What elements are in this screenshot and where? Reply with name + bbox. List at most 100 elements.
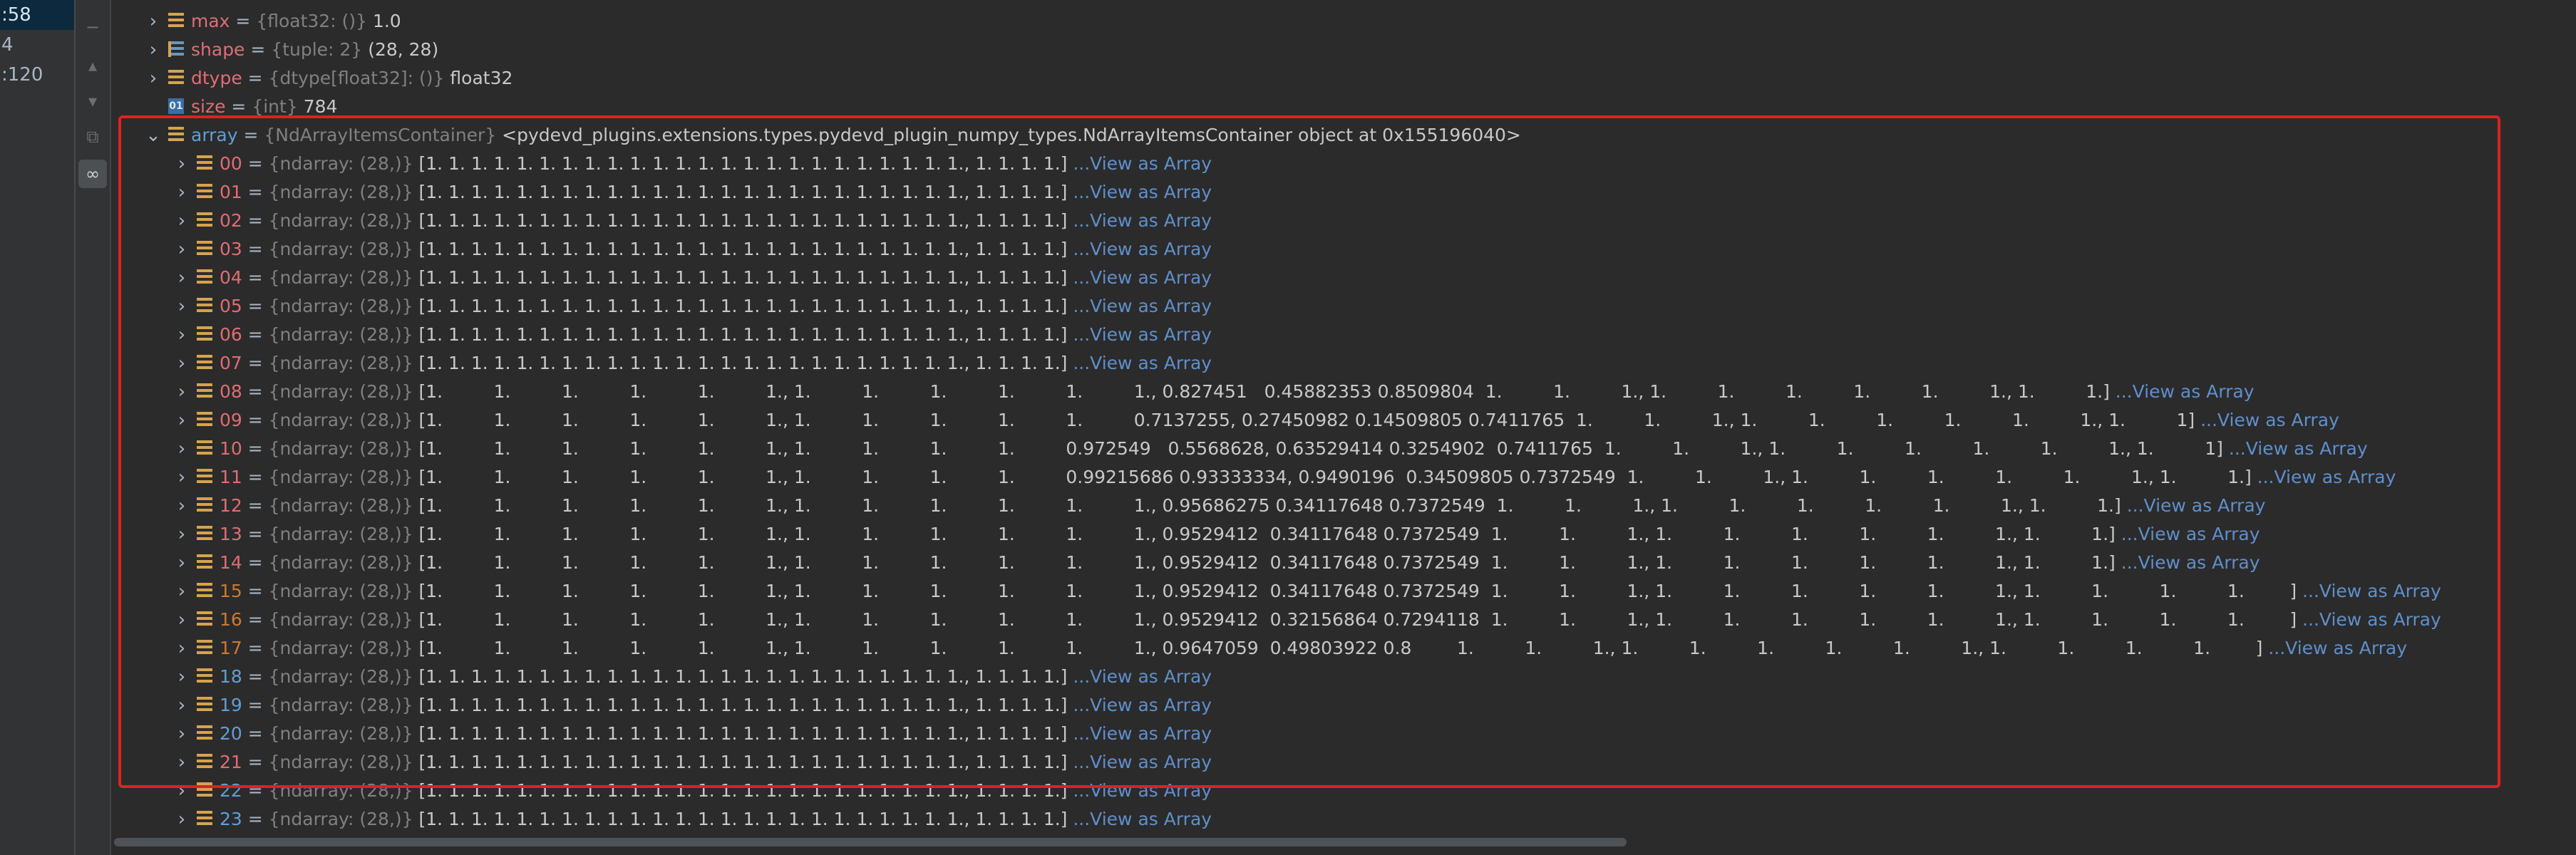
chevron-right-icon[interactable]: ›	[171, 264, 192, 292]
variable-type: {ndarray: (28,)}	[268, 410, 419, 430]
view-as-array-link[interactable]: ...View as Array	[1067, 239, 1212, 259]
chevron-right-icon[interactable]: ›	[171, 634, 192, 663]
tree-row[interactable]: › 20 = {ndarray: (28,)} [1. 1. 1. 1. 1. 1…	[171, 720, 1212, 748]
frame-item[interactable]: 4	[0, 30, 74, 60]
tree-row[interactable]: › shape = {tuple: 2} (28, 28)	[143, 36, 438, 64]
chevron-right-icon[interactable]: ›	[143, 7, 164, 36]
tree-row[interactable]: › 12 = {ndarray: (28,)} [1. 1. 1. 1. 1. 1…	[171, 492, 2266, 520]
chevron-right-icon[interactable]: ›	[171, 805, 192, 834]
view-as-array-link[interactable]: ...View as Array	[1067, 210, 1212, 231]
tree-row[interactable]: › 07 = {ndarray: (28,)} [1. 1. 1. 1. 1. 1…	[171, 349, 1212, 378]
chevron-right-icon[interactable]: ›	[171, 577, 192, 606]
chevron-right-icon[interactable]: ›	[171, 720, 192, 748]
tree-row[interactable]: › 23 = {ndarray: (28,)} [1. 1. 1. 1. 1. 1…	[171, 805, 1212, 834]
field-icon	[168, 13, 184, 28]
chevron-right-icon[interactable]: ›	[143, 64, 164, 93]
tree-row[interactable]: › 17 = {ndarray: (28,)} [1. 1. 1. 1. 1. 1…	[171, 634, 2407, 663]
frame-item[interactable]: :120	[0, 60, 74, 90]
view-as-array-link[interactable]: ...View as Array	[1067, 182, 1212, 202]
tree-row[interactable]: › 21 = {ndarray: (28,)} [1. 1. 1. 1. 1. 1…	[171, 748, 1212, 777]
view-as-array-link[interactable]: ...View as Array	[2297, 581, 2441, 601]
view-as-array-link[interactable]: ...View as Array	[1067, 324, 1212, 345]
chevron-right-icon[interactable]: ›	[171, 178, 192, 207]
tree-row[interactable]: › max = {float32: ()} 1.0	[143, 7, 401, 36]
chevron-down-icon[interactable]: ⌄	[143, 121, 164, 150]
tree-row[interactable]: ⌄ array = {NdArrayItemsContainer} <pydevd…	[143, 121, 1521, 150]
view-as-array-link[interactable]: ...View as Array	[1067, 809, 1212, 829]
tree-row[interactable]: › 04 = {ndarray: (28,)} [1. 1. 1. 1. 1. 1…	[171, 264, 1212, 292]
chevron-right-icon[interactable]: ›	[171, 549, 192, 577]
view-as-array-link[interactable]: ...View as Array	[2252, 467, 2396, 487]
tree-row[interactable]: › 14 = {ndarray: (28,)} [1. 1. 1. 1. 1. 1…	[171, 549, 2260, 577]
view-as-array-link[interactable]: ...View as Array	[1067, 752, 1212, 772]
chevron-right-icon[interactable]: ›	[171, 378, 192, 406]
chevron-right-icon[interactable]: ›	[143, 36, 164, 64]
tree-row[interactable]: › 18 = {ndarray: (28,)} [1. 1. 1. 1. 1. 1…	[171, 663, 1212, 691]
view-as-array-link[interactable]: ...View as Array	[1067, 296, 1212, 316]
tree-row[interactable]: › 19 = {ndarray: (28,)} [1. 1. 1. 1. 1. 1…	[171, 691, 1212, 720]
tree-row[interactable]: › 05 = {ndarray: (28,)} [1. 1. 1. 1. 1. 1…	[171, 292, 1212, 321]
chevron-right-icon[interactable]: ›	[171, 435, 192, 463]
tree-row[interactable]: › 11 = {ndarray: (28,)} [1. 1. 1. 1. 1. 1…	[171, 463, 2396, 492]
variable-type: {ndarray: (28,)}	[268, 239, 419, 259]
chevron-right-icon[interactable]: ›	[171, 492, 192, 520]
horizontal-scrollbar[interactable]	[114, 838, 1627, 846]
variable-type: {NdArrayItemsContainer}	[264, 125, 503, 145]
chevron-right-icon[interactable]: ›	[171, 406, 192, 435]
chevron-right-icon[interactable]: ›	[171, 663, 192, 691]
tree-row[interactable]: › 03 = {ndarray: (28,)} [1. 1. 1. 1. 1. 1…	[171, 235, 1212, 264]
view-as-array-link[interactable]: ...View as Array	[2116, 552, 2260, 573]
tree-row[interactable]: › 00 = {ndarray: (28,)} [1. 1. 1. 1. 1. 1…	[171, 150, 1212, 178]
chevron-right-icon[interactable]: ›	[171, 606, 192, 634]
minus-icon[interactable]: −	[78, 13, 107, 41]
view-as-array-link[interactable]: ...View as Array	[2110, 381, 2255, 402]
frame-item[interactable]: :58	[0, 0, 74, 30]
copy-icon[interactable]: ⧉	[78, 123, 107, 151]
chevron-right-icon[interactable]: ›	[171, 349, 192, 378]
tree-row[interactable]: › 01 = {ndarray: (28,)} [1. 1. 1. 1. 1. 1…	[171, 178, 1212, 207]
chevron-right-icon[interactable]: ›	[171, 463, 192, 492]
chevron-right-icon[interactable]: ›	[171, 321, 192, 349]
tree-row[interactable]: › 10 = {ndarray: (28,)} [1. 1. 1. 1. 1. 1…	[171, 435, 2368, 463]
variable-name: 03	[220, 239, 242, 259]
tree-row[interactable]: › 06 = {ndarray: (28,)} [1. 1. 1. 1. 1. 1…	[171, 321, 1212, 349]
chevron-right-icon[interactable]: ›	[171, 748, 192, 777]
view-as-array-link[interactable]: ...View as Array	[1067, 780, 1212, 801]
view-as-array-link[interactable]: ...View as Array	[2121, 495, 2266, 516]
equals-sign: =	[242, 182, 269, 202]
glasses-icon[interactable]: ∞	[78, 160, 107, 188]
chevron-right-icon[interactable]: ›	[171, 235, 192, 264]
tree-row[interactable]: › dtype = {dtype[float32]: ()} float32	[143, 64, 513, 93]
down-icon[interactable]: ▾	[78, 87, 107, 115]
variable-value: [1. 1. 1. 1. 1. 1. 1. 1. 1. 1. 1. 1. 1. …	[418, 267, 1068, 288]
tree-row[interactable]: 01 size = {int} 784	[143, 93, 337, 121]
variable-type: {int}	[252, 96, 304, 117]
up-icon[interactable]: ▴	[78, 51, 107, 80]
view-as-array-link[interactable]: ...View as Array	[1067, 666, 1212, 687]
tree-row[interactable]: › 22 = {ndarray: (28,)} [1. 1. 1. 1. 1. 1…	[171, 777, 1212, 805]
tree-row[interactable]: › 08 = {ndarray: (28,)} [1. 1. 1. 1. 1. 1…	[171, 378, 2255, 406]
view-as-array-link[interactable]: ...View as Array	[1067, 353, 1212, 373]
chevron-right-icon[interactable]: ›	[171, 777, 192, 805]
view-as-array-link[interactable]: ...View as Array	[1067, 153, 1212, 174]
chevron-right-icon[interactable]: ›	[171, 292, 192, 321]
view-as-array-link[interactable]: ...View as Array	[2297, 609, 2441, 630]
chevron-right-icon[interactable]: ›	[171, 150, 192, 178]
tree-row[interactable]: › 15 = {ndarray: (28,)} [1. 1. 1. 1. 1. 1…	[171, 577, 2441, 606]
view-as-array-link[interactable]: ...View as Array	[2116, 524, 2260, 544]
tree-row[interactable]: › 16 = {ndarray: (28,)} [1. 1. 1. 1. 1. 1…	[171, 606, 2441, 634]
view-as-array-link[interactable]: ...View as Array	[1067, 267, 1212, 288]
variable-type: {ndarray: (28,)}	[268, 524, 419, 544]
chevron-right-icon[interactable]: ›	[171, 691, 192, 720]
view-as-array-link[interactable]: ...View as Array	[2223, 438, 2368, 459]
chevron-right-icon[interactable]: ›	[171, 207, 192, 235]
tree-row[interactable]: › 09 = {ndarray: (28,)} [1. 1. 1. 1. 1. 1…	[171, 406, 2339, 435]
view-as-array-link[interactable]: ...View as Array	[2195, 410, 2339, 430]
view-as-array-link[interactable]: ...View as Array	[1067, 723, 1212, 744]
view-as-array-link[interactable]: ...View as Array	[1067, 695, 1212, 715]
chevron-right-icon[interactable]: ›	[171, 520, 192, 549]
tree-row[interactable]: › 02 = {ndarray: (28,)} [1. 1. 1. 1. 1. 1…	[171, 207, 1212, 235]
tree-row[interactable]: › 13 = {ndarray: (28,)} [1. 1. 1. 1. 1. 1…	[171, 520, 2260, 549]
equals-sign: =	[242, 695, 269, 715]
view-as-array-link[interactable]: ...View as Array	[2262, 638, 2407, 658]
